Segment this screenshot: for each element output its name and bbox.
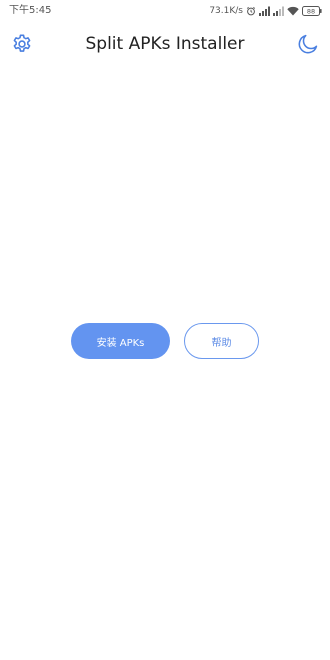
signal-icon (273, 6, 284, 16)
help-button[interactable]: 帮助 (184, 323, 259, 359)
main-actions: 安装 APKs 帮助 (71, 323, 259, 359)
status-icons: 73.1K/s 88 (209, 4, 322, 18)
network-speed: 73.1K/s (209, 6, 243, 16)
theme-toggle-button[interactable] (294, 30, 322, 58)
app-toolbar: Split APKs Installer (0, 22, 330, 66)
app-title: Split APKs Installer (85, 34, 245, 54)
wifi-icon (287, 6, 299, 16)
alarm-icon (246, 6, 256, 16)
battery-icon: 88 (302, 6, 322, 16)
moon-icon (298, 34, 318, 54)
install-apks-button[interactable]: 安装 APKs (71, 323, 170, 359)
status-bar: 下午5:45 73.1K/s 88 (0, 0, 330, 22)
status-time: 下午5:45 (9, 5, 52, 16)
signal-icon (259, 6, 270, 16)
battery-level: 88 (307, 8, 315, 16)
